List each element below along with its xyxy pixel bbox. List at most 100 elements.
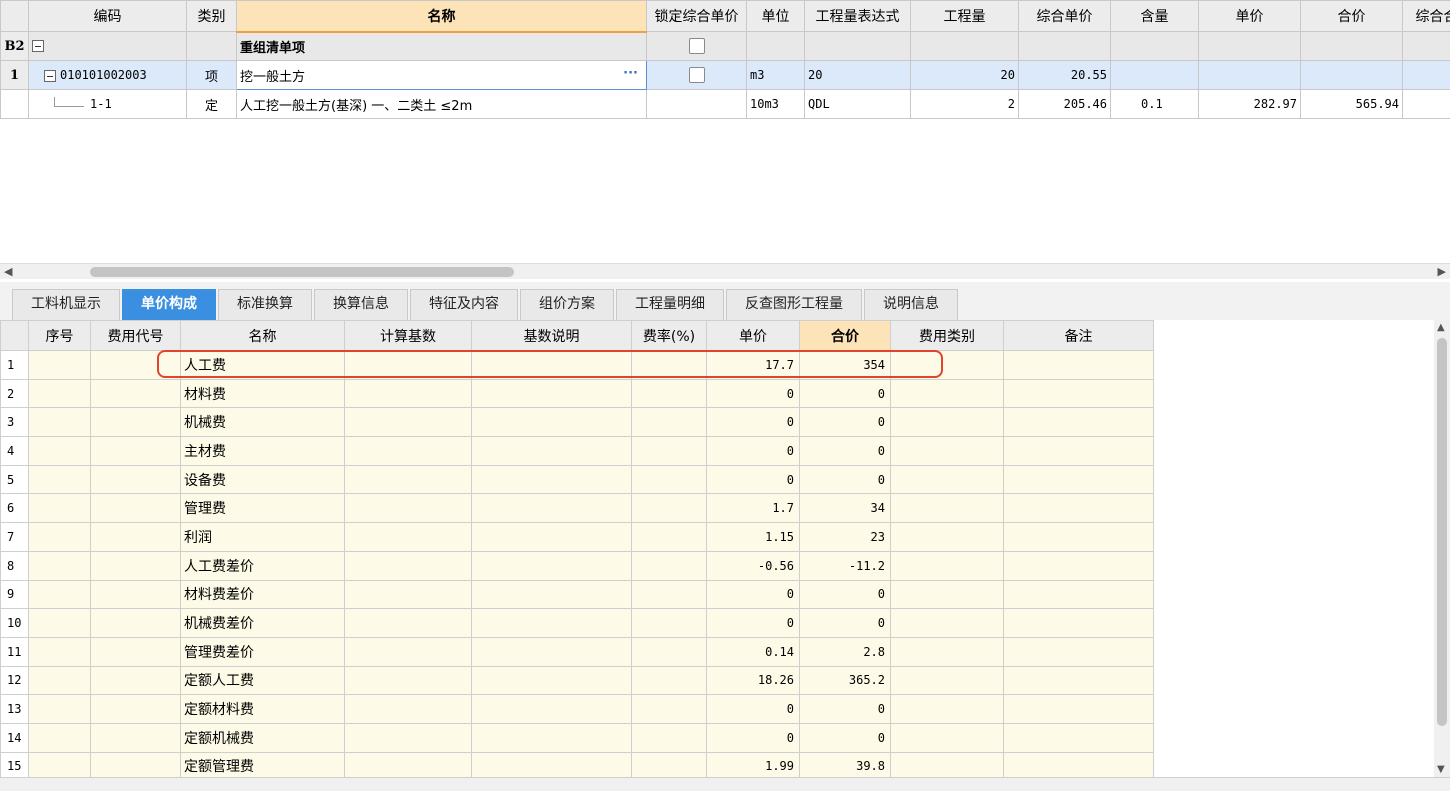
- unit-price[interactable]: 0: [706, 694, 800, 724]
- rate-cell[interactable]: [631, 751, 707, 777]
- fee-category-cell[interactable]: [890, 751, 1004, 777]
- rate-cell[interactable]: [631, 522, 707, 552]
- rate-cell[interactable]: [631, 407, 707, 438]
- fee-name[interactable]: 利润: [180, 522, 345, 552]
- fee-name[interactable]: 机械费差价: [180, 608, 345, 638]
- calc-base-cell[interactable]: [344, 694, 472, 724]
- table-row[interactable]: 9 材料费差价 0 0: [0, 579, 1154, 610]
- fee-name[interactable]: 主材费: [180, 436, 345, 466]
- calc-base-cell[interactable]: [344, 579, 472, 610]
- fee-category-cell[interactable]: [890, 350, 1004, 380]
- remark-cell[interactable]: [1003, 579, 1154, 610]
- total-price[interactable]: 0: [799, 436, 891, 466]
- total-price[interactable]: -11.2: [799, 550, 891, 581]
- seq-cell[interactable]: [28, 579, 91, 610]
- calc-base-cell[interactable]: [344, 665, 472, 696]
- base-desc-cell[interactable]: [471, 550, 632, 581]
- remark-cell[interactable]: [1003, 407, 1154, 438]
- base-desc-cell[interactable]: [471, 579, 632, 610]
- base-desc-cell[interactable]: [471, 493, 632, 524]
- base-desc-cell[interactable]: [471, 436, 632, 466]
- remark-cell[interactable]: [1003, 378, 1154, 409]
- unit-price[interactable]: 1.15: [706, 522, 800, 552]
- rate-cell[interactable]: [631, 579, 707, 610]
- table-row[interactable]: 5 设备费 0 0: [0, 464, 1154, 495]
- remark-cell[interactable]: [1003, 464, 1154, 495]
- scrollbar-thumb[interactable]: [1437, 338, 1447, 726]
- tab-features[interactable]: 特征及内容: [410, 289, 518, 320]
- unit-price[interactable]: 0: [706, 436, 800, 466]
- tab-description[interactable]: 说明信息: [864, 289, 958, 320]
- fee-name[interactable]: 定额人工费: [180, 665, 345, 696]
- calc-base-cell[interactable]: [344, 378, 472, 409]
- unit-price[interactable]: 1.7: [706, 493, 800, 524]
- table-row[interactable]: 8 人工费差价 -0.56 -11.2: [0, 550, 1154, 581]
- header-qty-expr[interactable]: 工程量表达式: [804, 0, 911, 32]
- calc-base-cell[interactable]: [344, 464, 472, 495]
- rate-cell[interactable]: [631, 636, 707, 667]
- header-unit-price[interactable]: 单价: [706, 320, 800, 351]
- base-desc-cell[interactable]: [471, 378, 632, 409]
- quota-qty[interactable]: 2: [910, 89, 1019, 119]
- fee-category-cell[interactable]: [890, 694, 1004, 724]
- header-rate[interactable]: 费率(%): [631, 320, 707, 351]
- total-price[interactable]: 0: [799, 722, 891, 753]
- header-calc-base[interactable]: 计算基数: [344, 320, 472, 351]
- quota-content[interactable]: 0.1: [1110, 89, 1199, 119]
- fee-name[interactable]: 定额材料费: [180, 694, 345, 724]
- table-row[interactable]: 6 管理费 1.7 34: [0, 493, 1154, 524]
- base-desc-cell[interactable]: [471, 608, 632, 638]
- base-desc-cell[interactable]: [471, 751, 632, 777]
- calc-base-cell[interactable]: [344, 522, 472, 552]
- collapse-icon[interactable]: [44, 69, 56, 82]
- table-row[interactable]: 1 010101002003 项 挖一般土方 ··· m3 20 20 20.5…: [0, 60, 1450, 90]
- base-desc-cell[interactable]: [471, 694, 632, 724]
- fee-name[interactable]: 人工费差价: [180, 550, 345, 581]
- base-desc-cell[interactable]: [471, 350, 632, 380]
- quota-type[interactable]: 定: [186, 89, 237, 119]
- base-desc-cell[interactable]: [471, 464, 632, 495]
- item-composite-price[interactable]: 20.55: [1018, 60, 1111, 90]
- quota-composite-price[interactable]: 205.46: [1018, 89, 1111, 119]
- quota-qty-expr[interactable]: QDL: [804, 89, 911, 119]
- remark-cell[interactable]: [1003, 751, 1154, 777]
- header-name[interactable]: 名称: [236, 0, 647, 33]
- remark-cell[interactable]: [1003, 608, 1154, 638]
- more-button[interactable]: ···: [623, 66, 638, 81]
- fee-category-cell[interactable]: [890, 436, 1004, 466]
- seq-cell[interactable]: [28, 436, 91, 466]
- fee-code-cell[interactable]: [90, 694, 181, 724]
- header-code[interactable]: 编码: [28, 0, 187, 32]
- calc-base-cell[interactable]: [344, 550, 472, 581]
- table-row[interactable]: 10 机械费差价 0 0: [0, 608, 1154, 638]
- quota-extra[interactable]: 4: [1402, 89, 1450, 119]
- rate-cell[interactable]: [631, 550, 707, 581]
- fee-code-cell[interactable]: [90, 722, 181, 753]
- unit-price[interactable]: 0: [706, 722, 800, 753]
- fee-name[interactable]: 管理费: [180, 493, 345, 524]
- total-price[interactable]: 0: [799, 464, 891, 495]
- seq-cell[interactable]: [28, 636, 91, 667]
- fee-name[interactable]: 人工费: [180, 350, 345, 380]
- header-fee-name[interactable]: 名称: [180, 320, 345, 351]
- seq-cell[interactable]: [28, 665, 91, 696]
- unit-price[interactable]: 0.14: [706, 636, 800, 667]
- fee-category-cell[interactable]: [890, 722, 1004, 753]
- rate-cell[interactable]: [631, 378, 707, 409]
- seq-cell[interactable]: [28, 751, 91, 777]
- seq-cell[interactable]: [28, 350, 91, 380]
- calc-base-cell[interactable]: [344, 636, 472, 667]
- seq-cell[interactable]: [28, 722, 91, 753]
- header-composite-price[interactable]: 综合单价: [1018, 0, 1111, 32]
- fee-code-cell[interactable]: [90, 522, 181, 552]
- total-price[interactable]: 23: [799, 522, 891, 552]
- rate-cell[interactable]: [631, 608, 707, 638]
- header-qty[interactable]: 工程量: [910, 0, 1019, 32]
- rate-cell[interactable]: [631, 665, 707, 696]
- table-row[interactable]: 2 材料费 0 0: [0, 378, 1154, 409]
- item-qty[interactable]: 20: [910, 60, 1019, 90]
- scrollbar-thumb[interactable]: [90, 267, 514, 277]
- header-content[interactable]: 含量: [1110, 0, 1199, 32]
- header-price[interactable]: 单价: [1198, 0, 1301, 32]
- rate-cell[interactable]: [631, 493, 707, 524]
